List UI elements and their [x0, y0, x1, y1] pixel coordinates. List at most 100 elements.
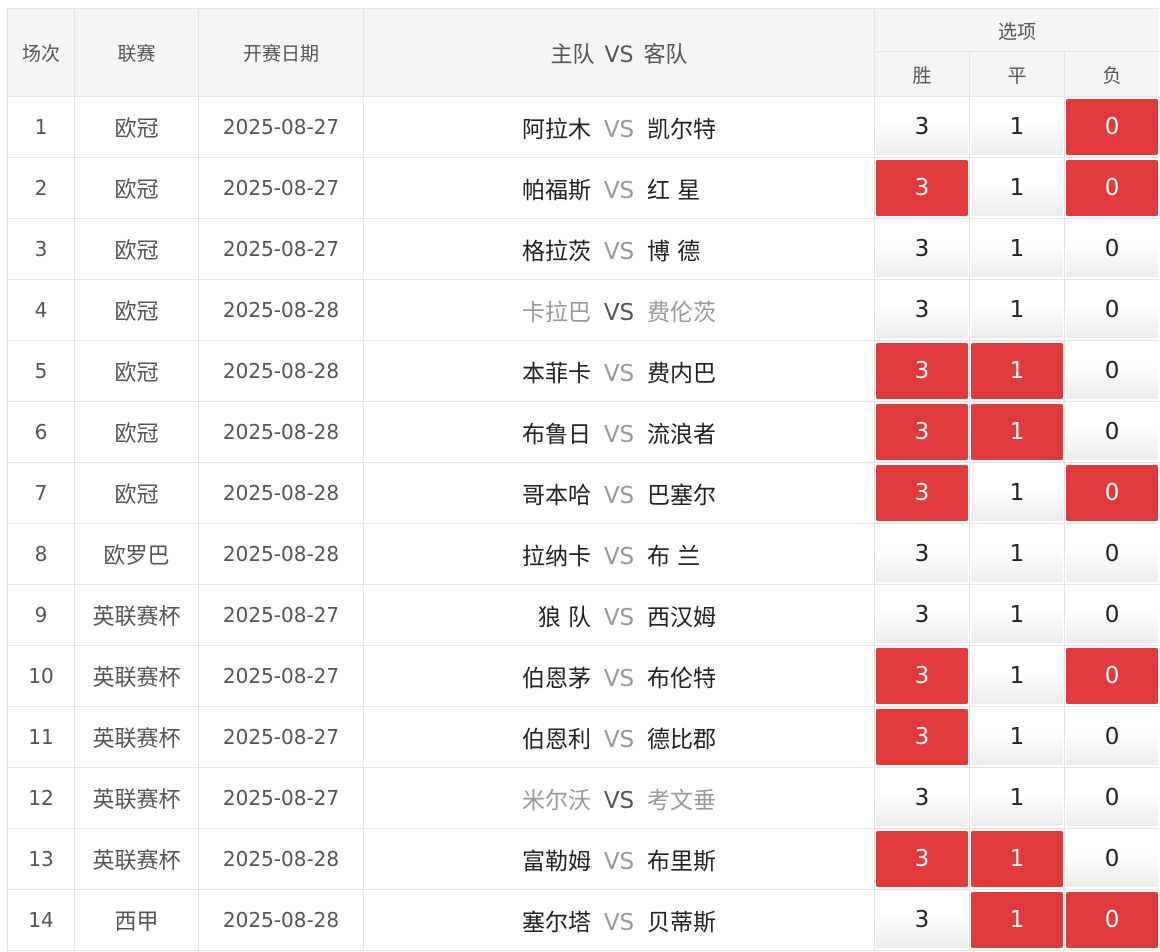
option-win-value[interactable]: 3	[876, 282, 968, 338]
option-win[interactable]: 3	[874, 889, 970, 951]
option-lose[interactable]: 0	[1063, 218, 1159, 280]
option-win-value[interactable]: 3	[876, 221, 968, 277]
table-row: 6 欧冠 2025-08-28 布鲁日 VS 流浪者 3 1 0	[7, 401, 1159, 463]
option-draw[interactable]: 1	[969, 96, 1065, 158]
option-draw[interactable]: 1	[969, 279, 1065, 341]
option-lose[interactable]: 0	[1063, 828, 1159, 890]
option-lose[interactable]: 0	[1063, 401, 1159, 463]
option-draw-value[interactable]: 1	[971, 587, 1063, 643]
option-win[interactable]: 3	[874, 584, 970, 646]
option-lose-value[interactable]: 0	[1066, 831, 1159, 887]
option-lose-value[interactable]: 0	[1066, 709, 1159, 765]
option-lose-value[interactable]: 0	[1066, 770, 1159, 826]
option-lose[interactable]: 0	[1063, 706, 1159, 768]
option-draw-value[interactable]: 1	[971, 343, 1063, 399]
option-win[interactable]: 3	[874, 157, 970, 219]
option-lose-value[interactable]: 0	[1066, 282, 1159, 338]
match-table-container: 场次 联赛 开赛日期 主队 VS 客队 选项 胜 平 负 1 欧冠 2025-08-…	[7, 8, 1159, 952]
option-lose-value[interactable]: 0	[1066, 160, 1159, 216]
home-team: 布鲁日	[522, 422, 591, 448]
option-win-value[interactable]: 3	[876, 404, 968, 460]
vs-label: VS	[603, 361, 635, 387]
option-draw[interactable]: 1	[969, 523, 1065, 585]
option-draw[interactable]: 1	[969, 645, 1065, 707]
option-lose[interactable]: 0	[1063, 645, 1159, 707]
vs-label: VS	[603, 544, 635, 570]
round-number: 4	[7, 279, 75, 341]
option-win-value[interactable]: 3	[876, 99, 968, 155]
option-lose[interactable]: 0	[1063, 340, 1159, 402]
option-win-value[interactable]: 3	[876, 465, 968, 521]
option-win[interactable]: 3	[874, 401, 970, 463]
option-draw-value[interactable]: 1	[971, 221, 1063, 277]
option-win-value[interactable]: 3	[876, 587, 968, 643]
option-lose-value[interactable]: 0	[1066, 526, 1159, 582]
option-draw[interactable]: 1	[969, 340, 1065, 402]
option-draw-value[interactable]: 1	[971, 648, 1063, 704]
option-win-value[interactable]: 3	[876, 343, 968, 399]
option-win-value[interactable]: 3	[876, 831, 968, 887]
option-draw-value[interactable]: 1	[971, 282, 1063, 338]
option-win[interactable]: 3	[874, 645, 970, 707]
option-lose[interactable]: 0	[1063, 523, 1159, 585]
league-name: 欧冠	[74, 340, 199, 402]
option-lose[interactable]: 0	[1063, 279, 1159, 341]
option-win[interactable]: 3	[874, 767, 970, 829]
home-team: 格拉茨	[522, 239, 591, 265]
option-win[interactable]: 3	[874, 279, 970, 341]
option-lose-value[interactable]: 0	[1066, 465, 1159, 521]
option-draw[interactable]: 1	[969, 218, 1065, 280]
option-draw-value[interactable]: 1	[971, 465, 1063, 521]
option-lose[interactable]: 0	[1063, 157, 1159, 219]
option-draw[interactable]: 1	[969, 584, 1065, 646]
option-win[interactable]: 3	[874, 523, 970, 585]
option-lose-value[interactable]: 0	[1066, 648, 1159, 704]
option-draw-value[interactable]: 1	[971, 892, 1063, 948]
option-lose[interactable]: 0	[1063, 96, 1159, 158]
option-draw[interactable]: 1	[969, 401, 1065, 463]
option-win[interactable]: 3	[874, 828, 970, 890]
option-lose-value[interactable]: 0	[1066, 587, 1159, 643]
option-lose-value[interactable]: 0	[1066, 892, 1159, 948]
option-draw-value[interactable]: 1	[971, 160, 1063, 216]
match-teams: 哥本哈 VS 巴塞尔	[363, 462, 875, 524]
option-draw-value[interactable]: 1	[971, 831, 1063, 887]
option-win[interactable]: 3	[874, 340, 970, 402]
option-lose[interactable]: 0	[1063, 767, 1159, 829]
option-win-value[interactable]: 3	[876, 892, 968, 948]
option-draw-value[interactable]: 1	[971, 526, 1063, 582]
round-number: 9	[7, 584, 75, 646]
option-win-value[interactable]: 3	[876, 770, 968, 826]
option-win-value[interactable]: 3	[876, 526, 968, 582]
option-win[interactable]: 3	[874, 706, 970, 768]
option-draw[interactable]: 1	[969, 706, 1065, 768]
option-draw-value[interactable]: 1	[971, 770, 1063, 826]
option-lose[interactable]: 0	[1063, 584, 1159, 646]
option-win-value[interactable]: 3	[876, 709, 968, 765]
option-win[interactable]: 3	[874, 218, 970, 280]
option-lose-value[interactable]: 0	[1066, 343, 1159, 399]
option-lose-value[interactable]: 0	[1066, 221, 1159, 277]
option-win[interactable]: 3	[874, 462, 970, 524]
option-lose[interactable]: 0	[1063, 889, 1159, 951]
match-date: 2025-08-28	[198, 340, 364, 402]
option-draw-value[interactable]: 1	[971, 99, 1063, 155]
header-draw: 平	[969, 51, 1065, 97]
option-draw[interactable]: 1	[969, 157, 1065, 219]
option-draw[interactable]: 1	[969, 828, 1065, 890]
option-draw-value[interactable]: 1	[971, 709, 1063, 765]
option-win[interactable]: 3	[874, 96, 970, 158]
option-draw-value[interactable]: 1	[971, 404, 1063, 460]
option-win-value[interactable]: 3	[876, 648, 968, 704]
option-draw[interactable]: 1	[969, 767, 1065, 829]
league-name: 欧冠	[74, 279, 199, 341]
home-team: 卡拉巴	[522, 300, 591, 326]
option-lose-value[interactable]: 0	[1066, 99, 1159, 155]
option-draw[interactable]: 1	[969, 462, 1065, 524]
option-lose-value[interactable]: 0	[1066, 404, 1159, 460]
option-draw[interactable]: 1	[969, 889, 1065, 951]
header-away: 客队	[643, 42, 688, 68]
vs-label: VS	[603, 239, 635, 265]
option-win-value[interactable]: 3	[876, 160, 968, 216]
option-lose[interactable]: 0	[1063, 462, 1159, 524]
